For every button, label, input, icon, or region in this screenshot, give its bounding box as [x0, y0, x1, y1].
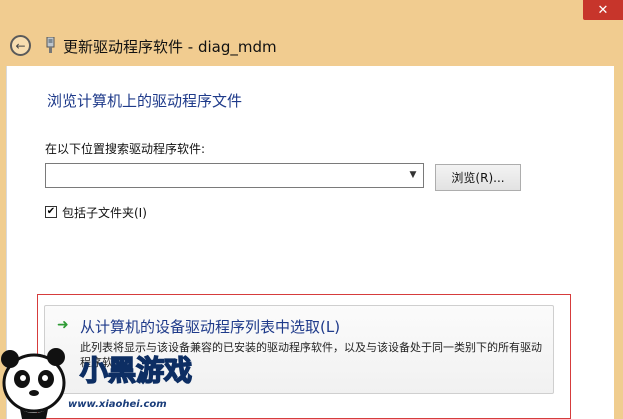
wizard-content: 浏览计算机上的驱动程序文件 在以下位置搜索驱动程序软件: ▼ 浏览(R)... … [6, 66, 614, 419]
path-input[interactable] [46, 164, 401, 187]
search-location-label: 在以下位置搜索驱动程序软件: [45, 142, 206, 156]
green-arrow-icon: ➜ [57, 317, 69, 333]
pick-from-list-description: 此列表将显示与该设备兼容的已安装的驱动程序软件，以及与该设备处于同一类别下的所有… [80, 341, 542, 369]
chevron-down-icon[interactable]: ▼ [407, 169, 419, 181]
back-button[interactable]: ← [10, 35, 31, 56]
include-subfolders-checkbox[interactable]: ✔ [45, 206, 57, 218]
checkmark-icon: ✔ [46, 206, 56, 217]
include-subfolders-label: 包括子文件夹(I) [62, 205, 147, 220]
pick-from-list-title: 从计算机的设备驱动程序列表中选取(L) [80, 318, 341, 336]
path-combobox[interactable]: ▼ [45, 163, 424, 188]
title-bar: ✕ ← 更新驱动程序软件 - diag_mdm [0, 0, 623, 66]
page-heading: 浏览计算机上的驱动程序文件 [47, 92, 243, 110]
device-icon [46, 37, 55, 53]
browse-button[interactable]: 浏览(R)... [435, 164, 521, 191]
close-button[interactable]: ✕ [583, 0, 623, 20]
close-icon: ✕ [597, 2, 609, 18]
include-subfolders-option[interactable]: ✔ 包括子文件夹(I) [45, 204, 147, 220]
back-arrow-icon: ← [15, 38, 26, 53]
window-title: 更新驱动程序软件 - diag_mdm [63, 38, 277, 56]
pick-from-list-button[interactable]: ➜ 从计算机的设备驱动程序列表中选取(L) 此列表将显示与该设备兼容的已安装的驱… [44, 305, 554, 394]
